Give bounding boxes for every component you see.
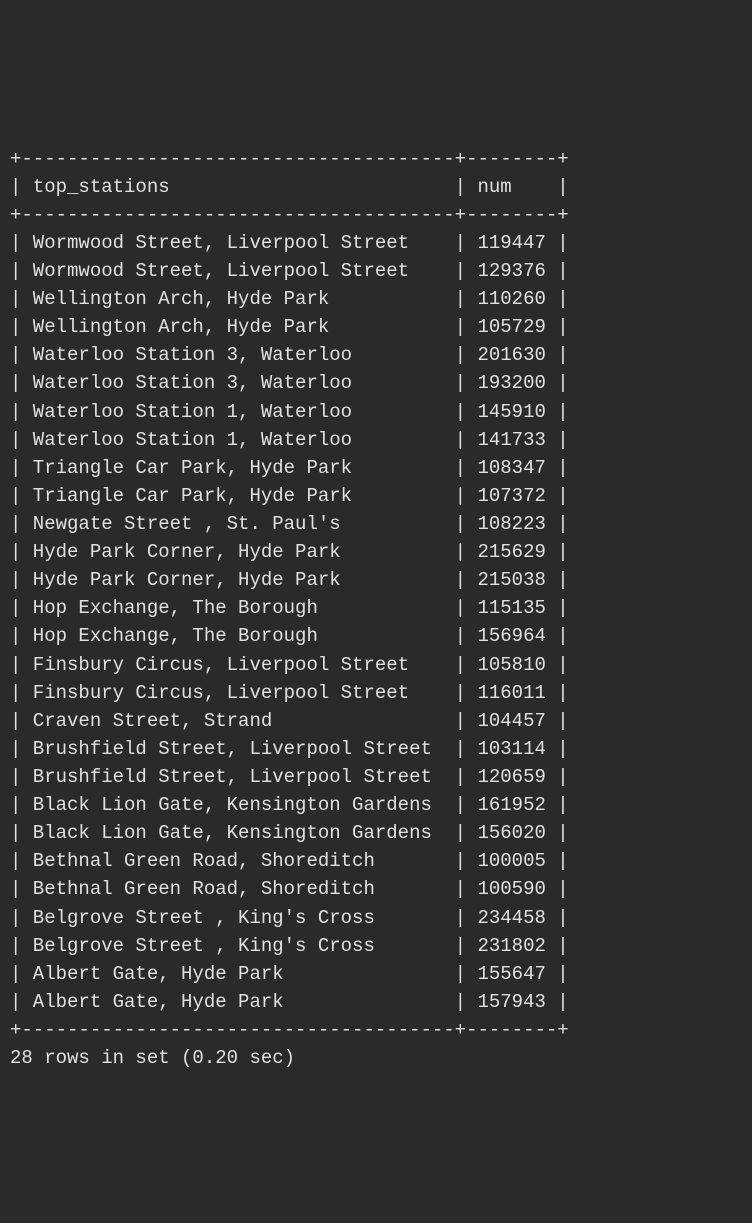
table-row: | Black Lion Gate, Kensington Gardens | …	[10, 822, 569, 844]
table-border-bottom: +--------------------------------------+…	[10, 1019, 569, 1041]
result-footer: 28 rows in set (0.20 sec)	[10, 1047, 295, 1069]
table-row: | Belgrove Street , King's Cross | 23445…	[10, 907, 569, 929]
table-row: | Triangle Car Park, Hyde Park | 108347 …	[10, 457, 569, 479]
sql-result-output: +--------------------------------------+…	[0, 141, 752, 1083]
table-row: | Brushfield Street, Liverpool Street | …	[10, 766, 569, 788]
table-row: | Bethnal Green Road, Shoreditch | 10059…	[10, 878, 569, 900]
table-row: | Waterloo Station 1, Waterloo | 145910 …	[10, 401, 569, 423]
table-header-row: | top_stations | num |	[10, 176, 569, 198]
table-row: | Belgrove Street , King's Cross | 23180…	[10, 935, 569, 957]
table-row: | Waterloo Station 3, Waterloo | 201630 …	[10, 344, 569, 366]
table-border-top: +--------------------------------------+…	[10, 148, 569, 170]
table-row: | Hop Exchange, The Borough | 156964 |	[10, 625, 569, 647]
table-row: | Hop Exchange, The Borough | 115135 |	[10, 597, 569, 619]
table-row: | Finsbury Circus, Liverpool Street | 10…	[10, 654, 569, 676]
table-row: | Finsbury Circus, Liverpool Street | 11…	[10, 682, 569, 704]
table-row: | Newgate Street , St. Paul's | 108223 |	[10, 513, 569, 535]
table-row: | Bethnal Green Road, Shoreditch | 10000…	[10, 850, 569, 872]
table-row: | Wormwood Street, Liverpool Street | 11…	[10, 232, 569, 254]
table-row: | Wellington Arch, Hyde Park | 105729 |	[10, 316, 569, 338]
table-row: | Albert Gate, Hyde Park | 157943 |	[10, 991, 569, 1013]
table-row: | Wormwood Street, Liverpool Street | 12…	[10, 260, 569, 282]
table-row: | Craven Street, Strand | 104457 |	[10, 710, 569, 732]
table-row: | Wellington Arch, Hyde Park | 110260 |	[10, 288, 569, 310]
table-row: | Waterloo Station 3, Waterloo | 193200 …	[10, 372, 569, 394]
table-row: | Waterloo Station 1, Waterloo | 141733 …	[10, 429, 569, 451]
table-row: | Hyde Park Corner, Hyde Park | 215038 |	[10, 569, 569, 591]
table-row: | Albert Gate, Hyde Park | 155647 |	[10, 963, 569, 985]
table-row: | Triangle Car Park, Hyde Park | 107372 …	[10, 485, 569, 507]
table-border-mid: +--------------------------------------+…	[10, 204, 569, 226]
table-row: | Hyde Park Corner, Hyde Park | 215629 |	[10, 541, 569, 563]
table-row: | Black Lion Gate, Kensington Gardens | …	[10, 794, 569, 816]
table-row: | Brushfield Street, Liverpool Street | …	[10, 738, 569, 760]
